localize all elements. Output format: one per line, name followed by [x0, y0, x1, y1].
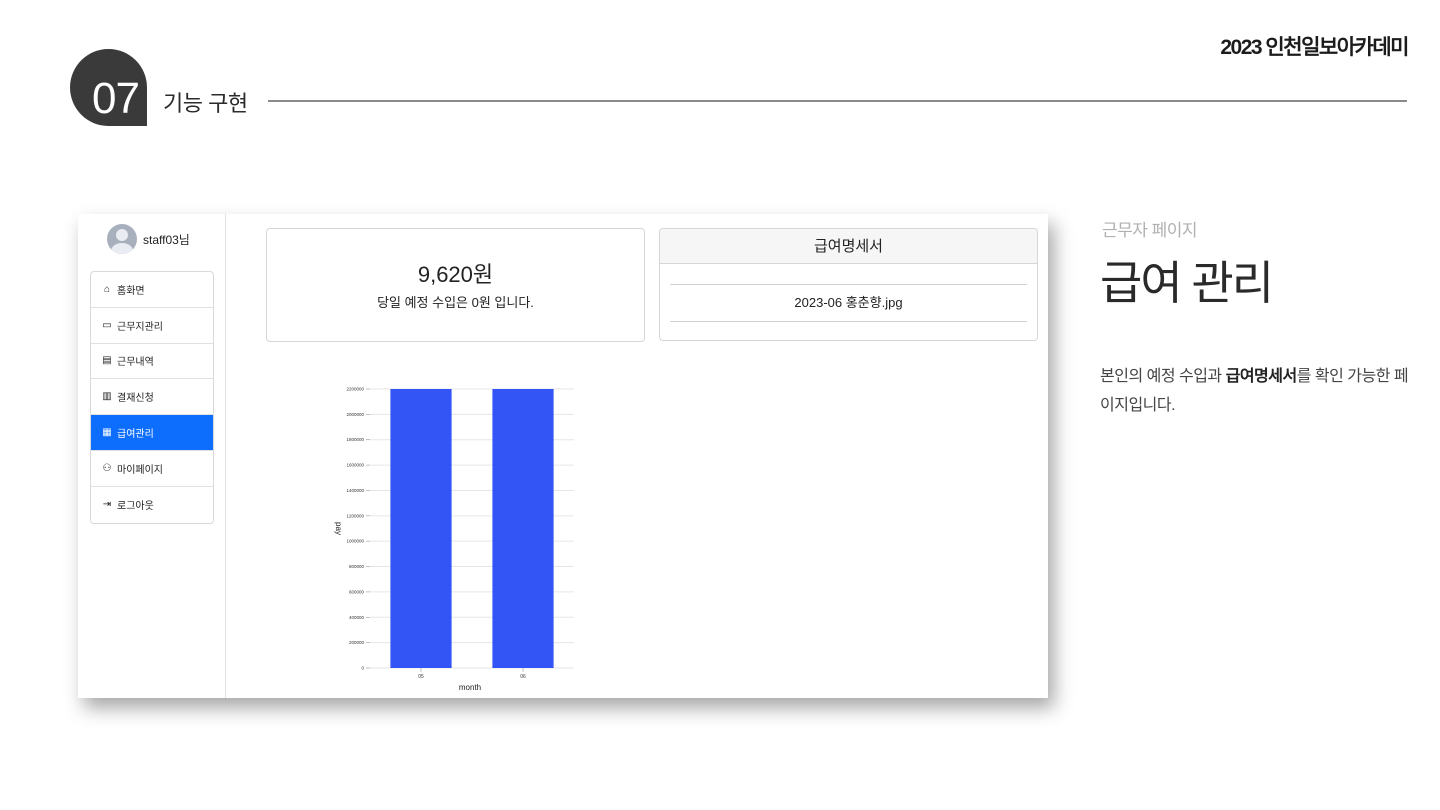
x-tick-label: 06	[520, 674, 526, 680]
sidebar-item-home[interactable]: ⌂ 홈화면	[91, 272, 213, 308]
y-tick-label: 400000	[349, 615, 365, 620]
sidebar-item-workplace[interactable]: ▭ 근무지관리	[91, 308, 213, 344]
chart-bar	[492, 389, 554, 668]
y-axis-label: pay	[334, 522, 343, 535]
sidebar-item-work-history[interactable]: ▤ 근무내역	[91, 344, 213, 380]
user-profile: staff03님	[107, 224, 190, 254]
y-tick-label: 1600000	[346, 463, 364, 468]
section-divider	[268, 100, 1407, 102]
page-title: 급여 관리	[1100, 257, 1274, 309]
briefcase-icon: ▭	[102, 319, 112, 331]
y-tick-label: 1400000	[346, 488, 364, 493]
sidebar-item-label: 급여관리	[117, 429, 154, 441]
y-tick-label: 600000	[349, 589, 365, 594]
calculator-icon: ▦	[102, 427, 112, 439]
calendar-icon: ▤	[102, 355, 112, 367]
payslip-card: 급여명세서 2023-06 홍춘향.jpg	[659, 228, 1038, 341]
section-title: 기능 구현	[163, 91, 248, 116]
sidebar-item-label: 근무지관리	[117, 321, 163, 333]
brand-title: 2023 인천일보아카데미	[1220, 36, 1409, 59]
sidebar-item-label: 근무내역	[117, 357, 154, 369]
y-tick-label: 800000	[349, 564, 365, 569]
y-tick-label: 2200000	[346, 387, 364, 392]
sidebar-item-label: 결재신청	[117, 393, 154, 405]
page-description: 본인의 예정 수입과 급여명세서를 확인 가능한 페이지입니다.	[1100, 362, 1420, 420]
y-tick-label: 1800000	[346, 437, 364, 442]
y-tick-label: 0	[361, 666, 364, 671]
payslip-file-link[interactable]: 2023-06 홍춘향.jpg	[670, 284, 1027, 322]
income-card: 9,620원 당일 예정 수입은 0원 입니다.	[266, 228, 645, 342]
sidebar: staff03님 ⌂ 홈화면 ▭ 근무지관리 ▤ 근무내역 ▥ 결재신청 ▦ 급…	[78, 214, 226, 698]
chart-bar	[390, 389, 452, 668]
avatar	[107, 224, 137, 254]
sidebar-menu: ⌂ 홈화면 ▭ 근무지관리 ▤ 근무내역 ▥ 결재신청 ▦ 급여관리 ⚇ 마이페…	[90, 271, 214, 524]
sidebar-item-mypage[interactable]: ⚇ 마이페이지	[91, 451, 213, 487]
x-tick-label: 05	[418, 674, 424, 680]
pay-chart: 0 200000 400000 600000 800000 1000000 1200000 1…	[334, 387, 574, 692]
x-axis-label: month	[459, 683, 481, 692]
sidebar-item-label: 로그아웃	[117, 501, 154, 513]
home-icon: ⌂	[103, 283, 111, 295]
y-tick-label: 1000000	[346, 539, 364, 544]
sidebar-item-payroll[interactable]: ▦ 급여관리	[91, 415, 213, 451]
sidebar-item-label: 홈화면	[117, 285, 145, 297]
section-number: 07	[92, 74, 140, 123]
description-highlight: 급여명세서	[1225, 368, 1298, 385]
logout-icon: ⇥	[102, 499, 112, 511]
income-amount: 9,620원	[417, 262, 494, 287]
sidebar-item-label: 마이페이지	[117, 464, 163, 476]
sidebar-item-logout[interactable]: ⇥ 로그아웃	[91, 487, 213, 523]
description-text: 본인의 예정 수입과	[1100, 368, 1226, 385]
sidebar-item-approval[interactable]: ▥ 결재신청	[91, 379, 213, 416]
people-icon: ⚇	[102, 462, 112, 474]
income-note: 당일 예정 수입은 0원 입니다.	[377, 295, 534, 310]
y-tick-label: 200000	[349, 640, 365, 645]
y-tick-label: 2000000	[346, 412, 364, 417]
approval-icon: ▥	[102, 391, 112, 403]
y-tick-label: 1200000	[346, 513, 364, 518]
app-screenshot: staff03님 ⌂ 홈화면 ▭ 근무지관리 ▤ 근무내역 ▥ 결재신청 ▦ 급…	[78, 214, 1048, 698]
username: staff03님	[143, 232, 190, 247]
payslip-header: 급여명세서	[660, 229, 1037, 264]
page-subtitle: 근무자 페이지	[1102, 221, 1198, 240]
